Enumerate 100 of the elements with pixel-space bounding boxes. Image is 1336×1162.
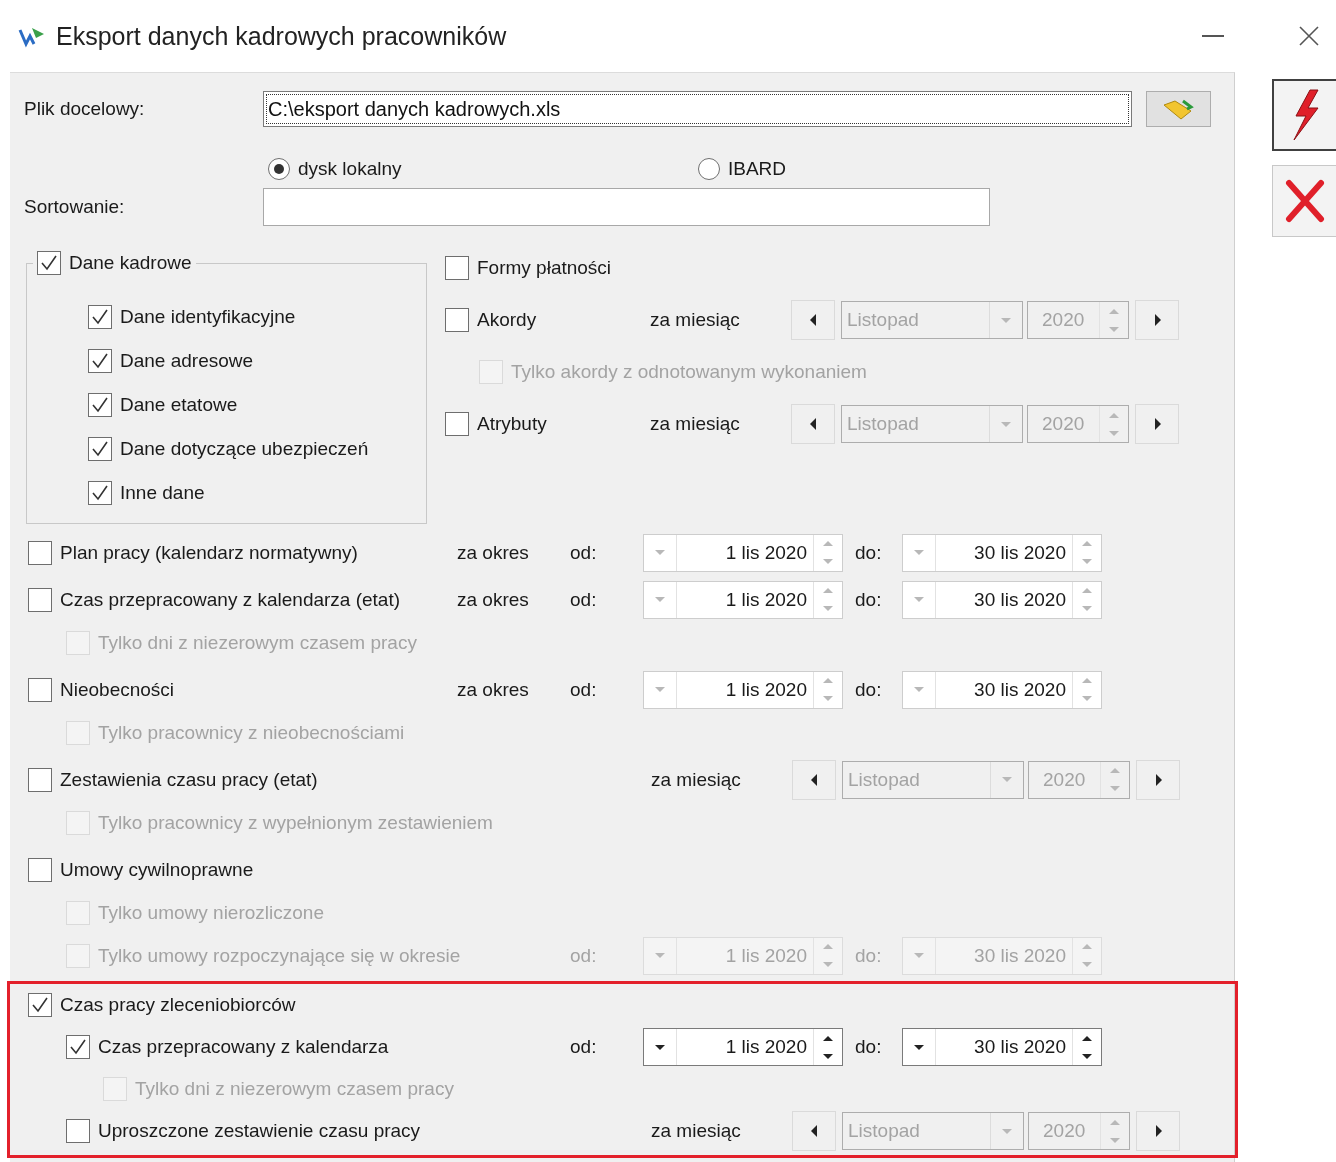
field-label: do: — [854, 678, 883, 701]
date-field[interactable]: 30 lis 2020 — [902, 580, 1102, 619]
checkbox[interactable] — [88, 349, 112, 373]
triangle-right-icon — [1153, 1124, 1163, 1138]
checkbox-label: Formy płatności — [477, 257, 612, 279]
triangle-left-icon — [808, 313, 818, 327]
field-label: od: — [570, 678, 598, 701]
checkbox[interactable] — [66, 1119, 90, 1143]
close-icon — [1298, 25, 1320, 47]
checkbox-label: Zestawienia czasu pracy (etat) — [60, 768, 318, 791]
sorting-field[interactable] — [263, 188, 990, 226]
caret-up-icon — [1109, 1117, 1121, 1127]
date-field[interactable]: 30 lis 2020 — [902, 533, 1102, 572]
checkbox-label: Uproszczone zestawienie czasu pracy — [98, 1120, 421, 1142]
caret-up-icon — [1108, 410, 1120, 420]
check-icon — [91, 352, 109, 370]
checkbox[interactable] — [28, 677, 52, 702]
checkbox[interactable] — [37, 251, 61, 275]
date-field[interactable]: 1 lis 2020 — [643, 533, 843, 572]
checkbox-label: Czas pracy zleceniobiorców — [60, 994, 296, 1016]
checkbox[interactable] — [88, 481, 112, 505]
checkbox-label: Plan pracy (kalendarz normatywny) — [60, 541, 358, 564]
checkbox[interactable] — [28, 857, 52, 882]
triangle-left-icon — [808, 417, 818, 431]
checkbox[interactable] — [445, 412, 469, 436]
checkbox-label: Tylko umowy rozpoczynające się w okresie — [98, 944, 461, 967]
file-path-field[interactable]: C:\eksport danych kadrowych.xls — [263, 91, 1132, 127]
caret-down-icon — [913, 685, 925, 694]
caret-up-icon — [822, 942, 834, 951]
checkbox[interactable] — [28, 587, 52, 612]
caret-down-icon — [822, 960, 834, 969]
check-icon — [91, 440, 109, 458]
triangle-right-icon — [1152, 313, 1162, 327]
checkbox[interactable] — [445, 256, 469, 280]
field-label: do: — [854, 588, 883, 611]
checkbox[interactable] — [66, 1035, 90, 1059]
caret-down-icon — [1109, 784, 1121, 793]
checkbox[interactable] — [88, 393, 112, 417]
date-field[interactable]: 1 lis 2020 — [643, 670, 843, 709]
field-label: od: — [570, 588, 598, 611]
checkbox-label: Tylko pracownicy z nieobecnościami — [98, 721, 405, 744]
caret-down-icon — [654, 685, 666, 694]
caret-down-icon — [913, 951, 925, 960]
checkbox-label: Akordy — [477, 309, 537, 331]
date-field[interactable]: 1 lis 2020 — [643, 580, 843, 619]
caret-up-icon — [1081, 942, 1093, 951]
caret-down-icon — [1109, 1135, 1121, 1145]
caret-down-icon — [654, 1042, 666, 1052]
checkbox-label: Dane etatowe — [120, 394, 238, 416]
caret-up-icon — [1108, 306, 1120, 316]
browse-button[interactable] — [1146, 91, 1211, 127]
check-icon — [40, 254, 58, 272]
checkbox[interactable] — [88, 305, 112, 329]
checkbox-label: Czas przepracowany z kalendarza (etat) — [60, 588, 401, 611]
caret-down-icon — [822, 557, 834, 566]
checkbox[interactable] — [28, 993, 52, 1017]
window-title: Eksport danych kadrowych pracowników — [56, 21, 507, 51]
minimize-icon — [1202, 35, 1224, 37]
checkbox-label: Dane dotyczące ubezpieczeń — [120, 438, 369, 460]
triangle-right-icon — [1152, 417, 1162, 431]
field-label: Plik docelowy: — [24, 98, 146, 120]
checkbox-label: Dane identyfikacyjne — [120, 306, 296, 328]
checkbox-label: Dane adresowe — [120, 350, 254, 372]
caret-down-icon — [1081, 694, 1093, 703]
period-label: za miesiąc — [650, 413, 741, 435]
checkbox-label: Czas przepracowany z kalendarza — [98, 1036, 389, 1058]
field-label: do: — [854, 1036, 883, 1058]
radio-button[interactable] — [268, 158, 290, 180]
checkbox-label: Inne dane — [120, 482, 205, 504]
caret-down-icon — [1081, 1051, 1093, 1061]
period-label: za okres — [457, 588, 530, 611]
checkbox[interactable] — [28, 540, 52, 565]
radio-button[interactable] — [698, 158, 720, 180]
cancel-button[interactable] — [1272, 165, 1336, 237]
period-label: za miesiąc — [651, 1120, 742, 1142]
checkbox[interactable] — [445, 308, 469, 332]
period-label: za okres — [457, 541, 530, 564]
date-field[interactable]: 30 lis 2020 — [902, 670, 1102, 709]
run-button[interactable] — [1272, 79, 1336, 151]
caret-down-icon — [913, 548, 925, 557]
checkbox-label: Tylko dni z niezerowym czasem pracy — [135, 1078, 454, 1100]
triangle-right-icon — [1153, 772, 1163, 787]
date-field[interactable]: 30 lis 2020 — [902, 1028, 1102, 1066]
checkbox-label: Umowy cywilnoprawne — [60, 858, 254, 881]
date-field[interactable]: 1 lis 2020 — [643, 1028, 843, 1066]
caret-up-icon — [822, 586, 834, 595]
checkbox-label: Atrybuty — [477, 413, 547, 435]
checkbox[interactable] — [88, 437, 112, 461]
caret-up-icon — [822, 539, 834, 548]
checkbox-label: Tylko akordy z odnotowanym wykonaniem — [511, 361, 867, 383]
field-label: do: — [854, 944, 883, 967]
triangle-left-icon — [809, 1124, 819, 1138]
triangle-left-icon — [809, 772, 819, 787]
caret-down-icon — [1001, 775, 1013, 784]
checkbox[interactable] — [28, 767, 52, 792]
caret-down-icon — [1000, 419, 1012, 429]
caret-up-icon — [1081, 586, 1093, 595]
checkbox-label: Tylko dni z niezerowym czasem pracy — [98, 631, 417, 654]
check-icon — [31, 996, 49, 1014]
caret-down-icon — [822, 1051, 834, 1061]
